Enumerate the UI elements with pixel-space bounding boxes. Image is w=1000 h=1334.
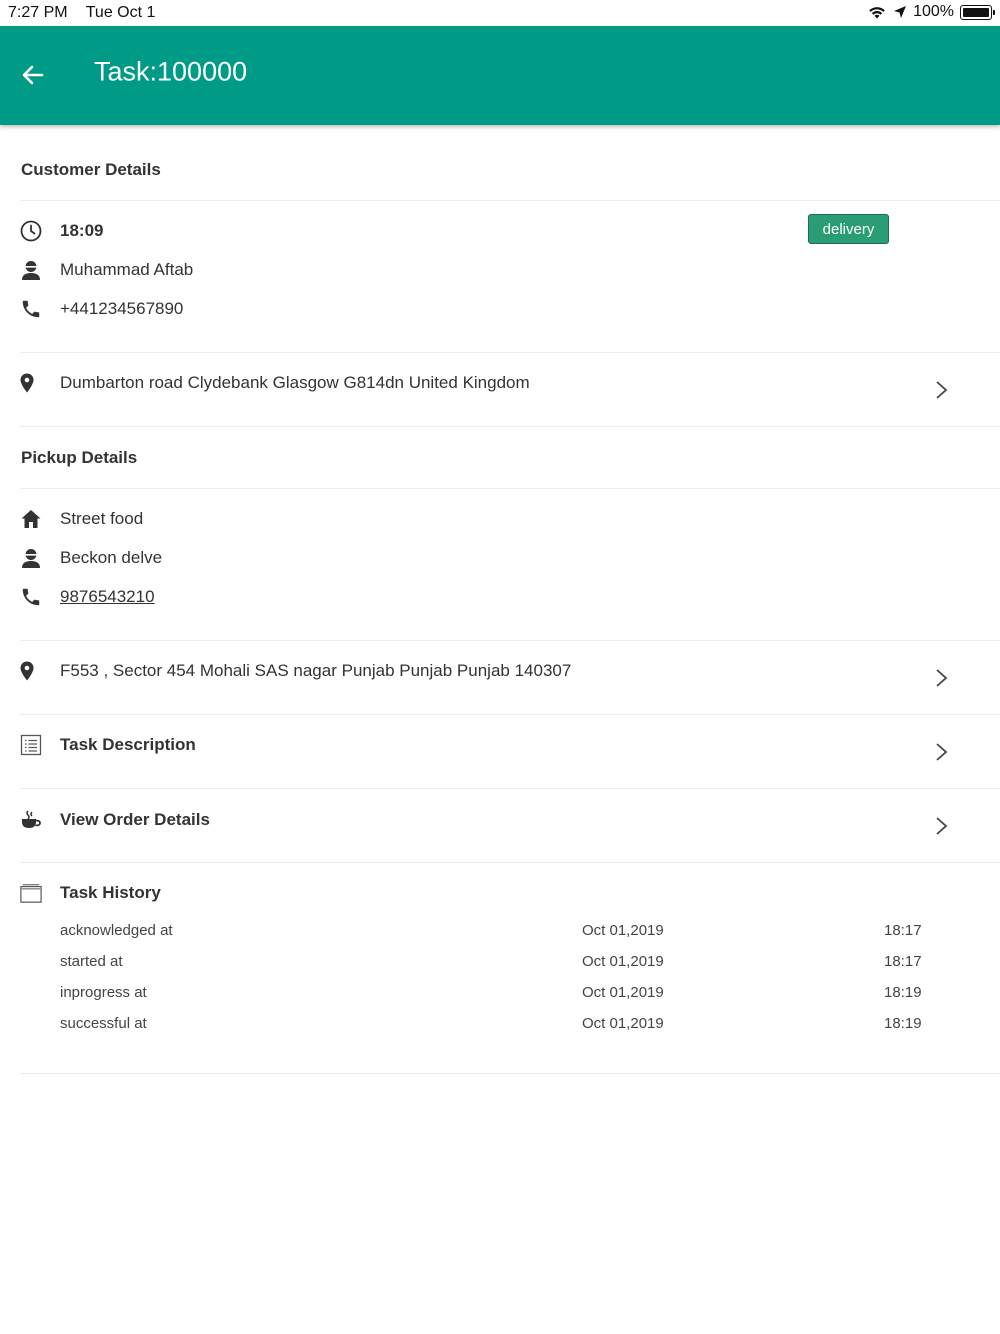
history-time: 18:19 xyxy=(884,984,922,1001)
back-arrow-icon[interactable] xyxy=(20,62,46,88)
view-order-details-row[interactable]: View Order Details xyxy=(20,809,210,831)
customer-details-title: Customer Details xyxy=(21,160,161,179)
pickup-place-row: Street food xyxy=(20,508,143,530)
pickup-name: Beckon delve xyxy=(60,548,163,567)
location-arrow-icon xyxy=(894,6,907,18)
history-event: inprogress at xyxy=(60,984,147,1001)
view-order-details-label: View Order Details xyxy=(60,810,210,829)
customer-name: Muhammad Aftab xyxy=(60,260,194,279)
customer-phone[interactable]: +441234567890 xyxy=(60,299,183,319)
task-type-badge: delivery xyxy=(808,214,889,244)
phone-icon xyxy=(22,300,40,318)
list-document-icon xyxy=(20,734,42,756)
history-date: Oct 01,2019 xyxy=(582,953,664,970)
divider xyxy=(20,426,1000,427)
task-description-row[interactable]: Task Description xyxy=(20,734,196,756)
history-date: Oct 01,2019 xyxy=(582,984,664,1001)
pickup-address: F553 , Sector 454 Mohali SAS nagar Punja… xyxy=(60,661,572,680)
divider xyxy=(20,200,1000,201)
pickup-address-row[interactable]: F553 , Sector 454 Mohali SAS nagar Punja… xyxy=(20,660,571,682)
history-date: Oct 01,2019 xyxy=(582,1015,664,1032)
history-event: successful at xyxy=(60,1015,147,1032)
pickup-details-title: Pickup Details xyxy=(21,448,138,467)
pickup-name-row: Beckon delve xyxy=(20,547,162,569)
divider xyxy=(20,862,1000,863)
customer-address-row[interactable]: Dumbarton road Clydebank Glasgow G814dn … xyxy=(20,372,530,394)
history-date: Oct 01,2019 xyxy=(582,922,664,939)
location-pin-icon xyxy=(20,373,34,393)
chevron-right-icon[interactable] xyxy=(934,667,950,689)
pickup-place: Street food xyxy=(60,509,144,528)
history-event: acknowledged at xyxy=(60,922,173,939)
history-time: 18:17 xyxy=(884,922,922,939)
person-icon xyxy=(22,261,40,280)
status-time: 7:27 PM xyxy=(8,4,68,21)
clock-icon xyxy=(20,220,42,242)
history-time: 18:19 xyxy=(884,1015,922,1032)
battery-percent: 100% xyxy=(913,3,954,20)
history-event: started at xyxy=(60,953,123,970)
coffee-cup-icon xyxy=(22,810,41,828)
status-date: Tue Oct 1 xyxy=(85,4,156,21)
wifi-icon xyxy=(869,7,885,19)
customer-time-row: 18:09 xyxy=(20,220,103,242)
location-pin-icon xyxy=(20,661,34,681)
task-history-header: Task History xyxy=(20,882,161,904)
divider xyxy=(20,714,1000,715)
history-box-icon xyxy=(20,884,42,903)
divider xyxy=(20,640,1000,641)
task-history-label: Task History xyxy=(60,883,161,902)
customer-name-row: Muhammad Aftab xyxy=(20,259,193,281)
phone-icon xyxy=(22,588,40,606)
chevron-right-icon[interactable] xyxy=(934,815,950,837)
page-title: Task:100000 xyxy=(94,56,248,87)
pickup-phone-row[interactable]: 9876543210 xyxy=(20,586,155,608)
divider xyxy=(20,1073,1000,1074)
person-icon xyxy=(22,549,40,568)
chevron-right-icon[interactable] xyxy=(934,741,950,763)
chevron-right-icon[interactable] xyxy=(934,379,950,401)
customer-time: 18:09 xyxy=(60,221,104,240)
pickup-phone-link[interactable]: 9876543210 xyxy=(60,587,155,607)
customer-address: Dumbarton road Clydebank Glasgow G814dn … xyxy=(60,373,530,392)
app-bar: Task:100000 xyxy=(0,26,1000,125)
divider xyxy=(20,488,1000,489)
status-bar: 7:27 PM Tue Oct 1 100% xyxy=(0,0,1000,26)
divider xyxy=(20,788,1000,789)
task-description-label: Task Description xyxy=(60,735,196,754)
home-icon xyxy=(21,510,41,528)
divider xyxy=(20,352,1000,353)
history-time: 18:17 xyxy=(884,953,922,970)
battery-icon xyxy=(960,4,995,20)
customer-phone-row[interactable]: +441234567890 xyxy=(20,298,183,320)
